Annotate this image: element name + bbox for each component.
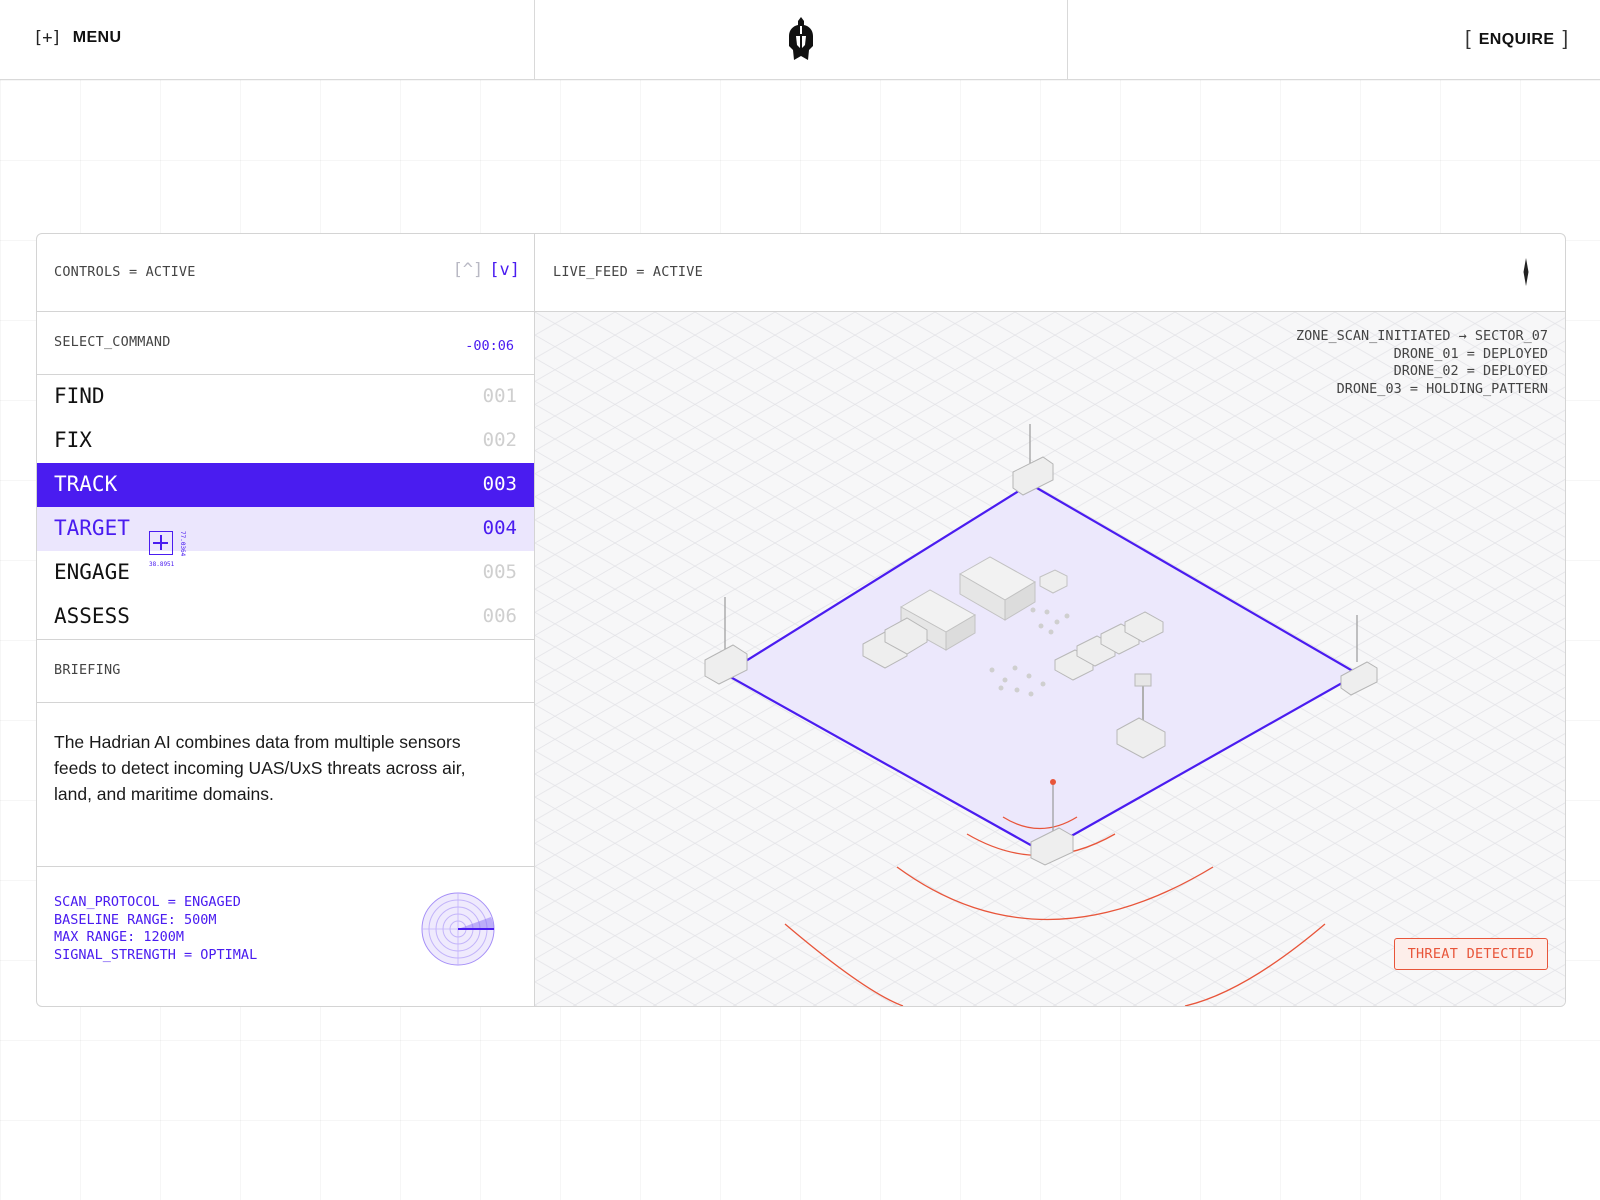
command-item-find[interactable]: FIND 001	[37, 375, 534, 419]
signal-strength-line: SIGNAL_STRENGTH = OPTIMAL	[54, 946, 258, 963]
command-item-assess[interactable]: ASSESS 006	[37, 595, 534, 639]
command-name: FIX	[54, 428, 92, 452]
status-line: DRONE_02 = DEPLOYED	[1393, 363, 1548, 379]
command-name: FIND	[54, 384, 105, 408]
chevron-up-icon[interactable]: [^]	[453, 260, 484, 280]
command-number: 005	[482, 561, 517, 583]
enquire-label: ENQUIRE	[1478, 30, 1555, 48]
scan-protocol-line: SCAN_PROTOCOL = ENGAGED	[54, 894, 241, 910]
spartan-helmet-logo[interactable]	[788, 16, 814, 62]
countdown-timer: -00:06	[465, 338, 514, 354]
select-command-row: SELECT_COMMAND -00:06	[37, 312, 534, 375]
controls-status: CONTROLS = ACTIVE	[54, 264, 196, 280]
scan-info: SCAN_PROTOCOL = ENGAGED BASELINE RANGE: …	[54, 894, 257, 964]
scan-status-log: ZONE_SCAN_INITIATED → SECTOR_07 DRONE_01…	[1296, 328, 1548, 398]
baseline-range-line: BASELINE RANGE: 500M	[54, 911, 217, 928]
command-item-engage[interactable]: ENGAGE 005	[37, 551, 534, 595]
command-nav: [^] [v]	[453, 260, 520, 280]
command-name: ASSESS	[54, 604, 130, 628]
command-list: FIND 001 FIX 002 TRACK 003 TARGET 004 38…	[37, 375, 534, 639]
header-right-cell: [ ENQUIRE ]	[1068, 0, 1600, 79]
controls-panel: CONTROLS = ACTIVE [^] [v] SELECT_COMMAND…	[37, 234, 535, 1006]
threat-detected-badge[interactable]: THREAT DETECTED	[1393, 938, 1548, 970]
command-name: ENGAGE	[54, 560, 130, 584]
demo-panel: CONTROLS = ACTIVE [^] [v] SELECT_COMMAND…	[36, 233, 1566, 1007]
bracket-right-icon: ]	[1562, 28, 1568, 50]
plus-bracket-icon: [+]	[33, 28, 62, 48]
briefing-text: The Hadrian AI combines data from multip…	[54, 732, 466, 804]
live-feed-view: ZONE_SCAN_INITIATED → SECTOR_07 DRONE_01…	[535, 312, 1565, 1006]
command-name: TARGET	[54, 516, 130, 540]
enquire-button[interactable]: [ ENQUIRE ]	[1465, 28, 1568, 51]
menu-button[interactable]: [+] MENU	[33, 28, 121, 48]
live-feed-header: LIVE_FEED = ACTIVE	[535, 234, 1565, 312]
select-command-label: SELECT_COMMAND	[54, 334, 171, 350]
command-number: 003	[482, 473, 517, 495]
radar-icon	[421, 892, 495, 966]
command-item-fix[interactable]: FIX 002	[37, 419, 534, 463]
live-feed-status: LIVE_FEED = ACTIVE	[553, 264, 703, 280]
header-center-cell	[535, 0, 1068, 79]
isometric-scene	[535, 312, 1565, 1006]
bracket-left-icon: [	[1465, 28, 1471, 50]
command-number: 006	[482, 605, 517, 627]
command-number: 001	[482, 385, 517, 407]
command-name: TRACK	[54, 472, 118, 496]
live-feed-panel: LIVE_FEED = ACTIVE ZONE_SCAN_INITIATED →…	[535, 234, 1565, 1006]
status-line: ZONE_SCAN_INITIATED → SECTOR_07	[1296, 328, 1548, 344]
site-header: [+] MENU [ ENQUIRE ]	[0, 0, 1600, 80]
briefing-label: BRIEFING	[54, 662, 121, 678]
controls-header: CONTROLS = ACTIVE [^] [v]	[37, 234, 534, 312]
compass-needle-icon	[1523, 258, 1529, 286]
command-number: 004	[482, 517, 517, 539]
briefing-header: BRIEFING	[37, 639, 534, 703]
status-line: DRONE_03 = HOLDING_PATTERN	[1336, 380, 1548, 397]
divider	[37, 866, 534, 867]
command-item-target[interactable]: TARGET 004 38.8951 77.0364	[37, 507, 534, 568]
command-item-track[interactable]: TRACK 003	[37, 463, 534, 507]
status-line: DRONE_01 = DEPLOYED	[1393, 345, 1548, 362]
max-range-line: MAX RANGE: 1200M	[54, 929, 185, 945]
header-left-cell: [+] MENU	[0, 0, 535, 79]
menu-label: MENU	[72, 29, 122, 46]
command-number: 002	[482, 429, 517, 451]
chevron-down-icon[interactable]: [v]	[489, 260, 520, 280]
